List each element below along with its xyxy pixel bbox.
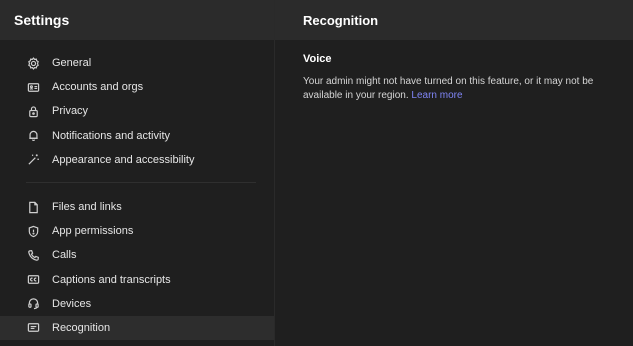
gear-icon [26, 56, 40, 70]
sidebar-divider [26, 181, 256, 183]
phone-icon [26, 248, 40, 262]
page-title: Recognition [275, 0, 633, 40]
id-card-icon [26, 80, 40, 94]
sidebar-item-label: App permissions [52, 225, 134, 238]
sidebar-item-recognition[interactable]: Recognition [0, 315, 274, 341]
sidebar-item-accounts[interactable]: Accounts and orgs [0, 75, 274, 99]
lock-icon [26, 104, 40, 118]
nav-group-secondary: Files and links App permissions Calls Ca… [0, 195, 274, 341]
settings-sidebar: Settings General Accounts and orgs Priva… [0, 0, 275, 346]
sidebar-item-label: Appearance and accessibility [52, 153, 195, 166]
sidebar-item-calls[interactable]: Calls [0, 243, 274, 267]
sidebar-item-files[interactable]: Files and links [0, 195, 274, 219]
sidebar-item-general[interactable]: General [0, 51, 274, 75]
sidebar-item-label: Accounts and orgs [52, 81, 144, 94]
sidebar-item-label: Calls [52, 249, 77, 262]
sidebar-item-appearance[interactable]: Appearance and accessibility [0, 148, 274, 172]
voice-section-description: Your admin might not have turned on this… [275, 75, 633, 103]
sidebar-item-notifications[interactable]: Notifications and activity [0, 124, 274, 148]
magic-wand-icon [26, 153, 40, 167]
sidebar-item-app-permissions[interactable]: App permissions [0, 219, 274, 243]
recognition-icon [26, 321, 40, 335]
sidebar-item-label: Recognition [52, 321, 111, 334]
headset-icon [26, 297, 40, 311]
learn-more-link[interactable]: Learn more [411, 90, 462, 101]
sidebar-item-label: General [52, 57, 92, 70]
sidebar-title: Settings [0, 0, 274, 40]
sidebar-item-label: Notifications and activity [52, 129, 170, 142]
sidebar-item-label: Devices [52, 297, 92, 310]
file-icon [26, 200, 40, 214]
sidebar-item-devices[interactable]: Devices [0, 292, 274, 316]
shield-icon [26, 224, 40, 238]
nav-group-primary: General Accounts and orgs Privacy Notifi… [0, 40, 274, 172]
settings-content: Recognition Voice Your admin might not h… [275, 0, 633, 346]
sidebar-item-privacy[interactable]: Privacy [0, 99, 274, 123]
bell-icon [26, 129, 40, 143]
sidebar-item-label: Captions and transcripts [52, 273, 171, 286]
sidebar-item-label: Privacy [52, 105, 89, 118]
sidebar-item-label: Files and links [52, 201, 122, 214]
sidebar-item-captions[interactable]: Captions and transcripts [0, 268, 274, 292]
voice-section-title: Voice [303, 53, 332, 65]
teams-settings-window: Settings General Accounts and orgs Priva… [0, 0, 633, 346]
captions-icon [26, 273, 40, 287]
